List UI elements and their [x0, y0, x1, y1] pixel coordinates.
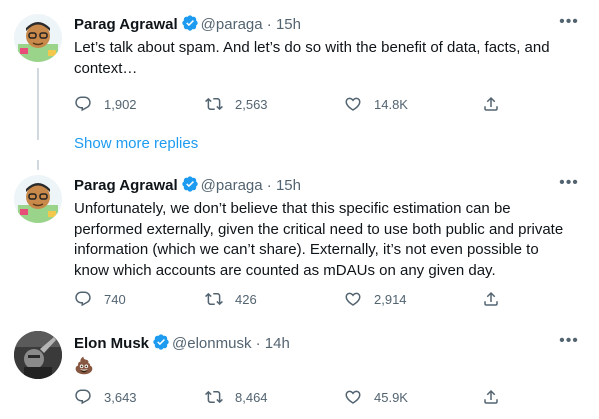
share-button[interactable]	[482, 94, 500, 114]
retweet-button[interactable]: 2,563	[205, 94, 268, 114]
retweet-count: 8,464	[235, 389, 268, 405]
reply-count: 3,643	[104, 389, 137, 405]
retweet-count: 2,563	[235, 96, 268, 112]
share-button[interactable]	[482, 387, 500, 407]
author-handle[interactable]: @elonmusk	[172, 335, 251, 352]
show-more-replies-link[interactable]: Show more replies	[74, 134, 198, 154]
avatar[interactable]	[14, 331, 62, 379]
retweet-button[interactable]: 426	[205, 289, 257, 309]
retweet-button[interactable]: 8,464	[205, 387, 268, 407]
verified-badge-icon	[181, 15, 198, 31]
timestamp[interactable]: 15h	[276, 177, 301, 194]
reply-button[interactable]: 3,643	[74, 387, 137, 407]
avatar[interactable]	[14, 175, 62, 223]
author-name[interactable]: Parag Agrawal	[74, 16, 178, 33]
separator: ·	[266, 16, 272, 33]
verified-badge-icon	[153, 334, 169, 350]
reply-icon	[75, 96, 91, 112]
like-count: 2,914	[374, 291, 407, 307]
tweet-header: Elon Musk @elonmusk · 14h	[74, 333, 290, 353]
verified-badge-icon	[181, 176, 198, 192]
more-icon[interactable]: •••	[557, 331, 581, 351]
retweet-icon	[205, 390, 223, 404]
tweet-actions: 1,902 2,563 14.8K	[74, 94, 586, 114]
reply-count: 1,902	[104, 96, 137, 112]
author-name[interactable]: Parag Agrawal	[74, 177, 178, 194]
tweet-header: Parag Agrawal @paraga · 15h	[74, 14, 301, 34]
tweet-text: Unfortunately, we don’t believe that thi…	[74, 200, 564, 279]
tweet-text: Let’s talk about spam. And let’s do so w…	[74, 39, 550, 77]
like-button[interactable]: 2,914	[344, 289, 407, 309]
tweet[interactable]: Parag Agrawal @paraga · 15h ••• Let’s tal…	[0, 12, 599, 124]
share-icon	[484, 389, 498, 404]
avatar[interactable]	[14, 14, 62, 62]
share-icon	[484, 96, 498, 111]
reply-icon	[75, 291, 91, 307]
separator: ·	[266, 177, 272, 194]
more-icon[interactable]: •••	[557, 173, 581, 193]
retweet-icon	[205, 97, 223, 111]
like-count: 14.8K	[374, 96, 408, 112]
reply-button[interactable]: 1,902	[74, 94, 137, 114]
timestamp[interactable]: 15h	[276, 16, 301, 33]
tweet[interactable]: Elon Musk @elonmusk · 14h ••• 💩 3,643 8,4…	[0, 331, 599, 413]
like-icon	[345, 292, 361, 306]
reply-icon	[75, 389, 91, 405]
like-icon	[345, 97, 361, 111]
retweet-icon	[205, 292, 223, 306]
tweet-text: 💩	[74, 358, 94, 375]
like-icon	[345, 390, 361, 404]
tweet[interactable]: Parag Agrawal @paraga · 15h ••• Unfortuna…	[0, 173, 599, 315]
timestamp[interactable]: 14h	[265, 335, 290, 352]
more-icon[interactable]: •••	[557, 12, 581, 32]
author-name[interactable]: Elon Musk	[74, 335, 149, 352]
reply-count: 740	[104, 291, 126, 307]
retweet-count: 426	[235, 291, 257, 307]
share-button[interactable]	[482, 289, 500, 309]
separator: ·	[255, 335, 261, 352]
author-handle[interactable]: @paraga	[201, 16, 263, 33]
like-button[interactable]: 14.8K	[344, 94, 408, 114]
tweet-actions: 740 426 2,914	[74, 289, 586, 309]
share-icon	[484, 291, 498, 306]
like-count: 45.9K	[374, 389, 408, 405]
tweet-actions: 3,643 8,464 45.9K	[74, 387, 586, 407]
author-handle[interactable]: @paraga	[201, 177, 263, 194]
reply-button[interactable]: 740	[74, 289, 126, 309]
thread-line	[37, 160, 39, 170]
like-button[interactable]: 45.9K	[344, 387, 408, 407]
tweet-header: Parag Agrawal @paraga · 15h	[74, 175, 301, 195]
